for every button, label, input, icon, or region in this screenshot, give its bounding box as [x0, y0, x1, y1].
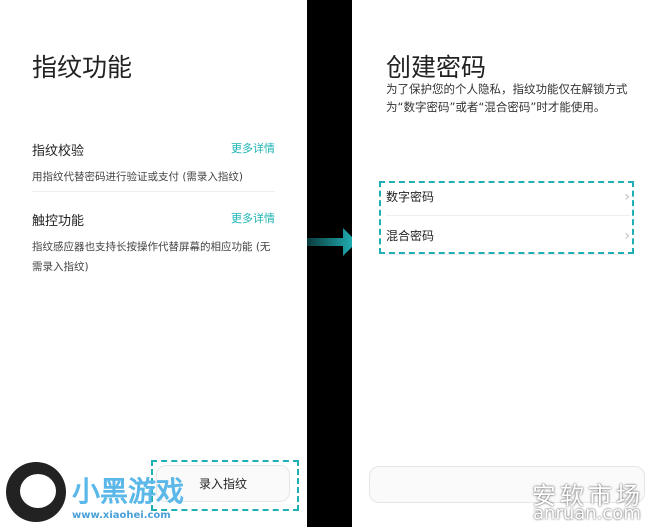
watermark-logo: 小黑游戏 www.xiaohei.com [72, 470, 184, 521]
divider [32, 191, 275, 192]
panda-logo-icon [6, 462, 66, 522]
watermark-url: www.xiaohei.com [72, 510, 171, 521]
list-item-touch-control[interactable]: 触控功能 更多详情 指纹感应器也支持长按操作代替屏幕的相应功能 (无需录入指纹) [32, 210, 275, 277]
more-details-link[interactable]: 更多详情 [231, 210, 275, 226]
more-details-link[interactable]: 更多详情 [231, 140, 275, 156]
arrow-right-icon [307, 228, 357, 256]
fingerprint-screen: 指纹功能 指纹校验 更多详情 用指纹代替密码进行验证或支付 (需录入指纹) 触控… [0, 0, 307, 527]
create-password-screen: 创建密码 为了保护您的个人隐私，指纹功能仅在解锁方式为“数字密码”或者“混合密码… [352, 0, 660, 527]
page-title: 创建密码 [386, 53, 487, 82]
highlight-box [379, 181, 634, 254]
list-item-fingerprint-verify[interactable]: 指纹校验 更多详情 用指纹代替密码进行验证或支付 (需录入指纹) [32, 140, 275, 187]
page-desc: 为了保护您的个人隐私，指纹功能仅在解锁方式为“数字密码”或者“混合密码”时才能使… [386, 82, 628, 114]
watermark-text: 小黑游戏 [72, 475, 185, 508]
page-title: 指纹功能 [32, 53, 133, 82]
item-desc: 用指纹代替密码进行验证或支付 (需录入指纹) [32, 171, 244, 183]
watermark-right-url: anruan.com [533, 503, 641, 524]
item-desc: 指纹感应器也支持长按操作代替屏幕的相应功能 (无需录入指纹) [32, 241, 271, 273]
